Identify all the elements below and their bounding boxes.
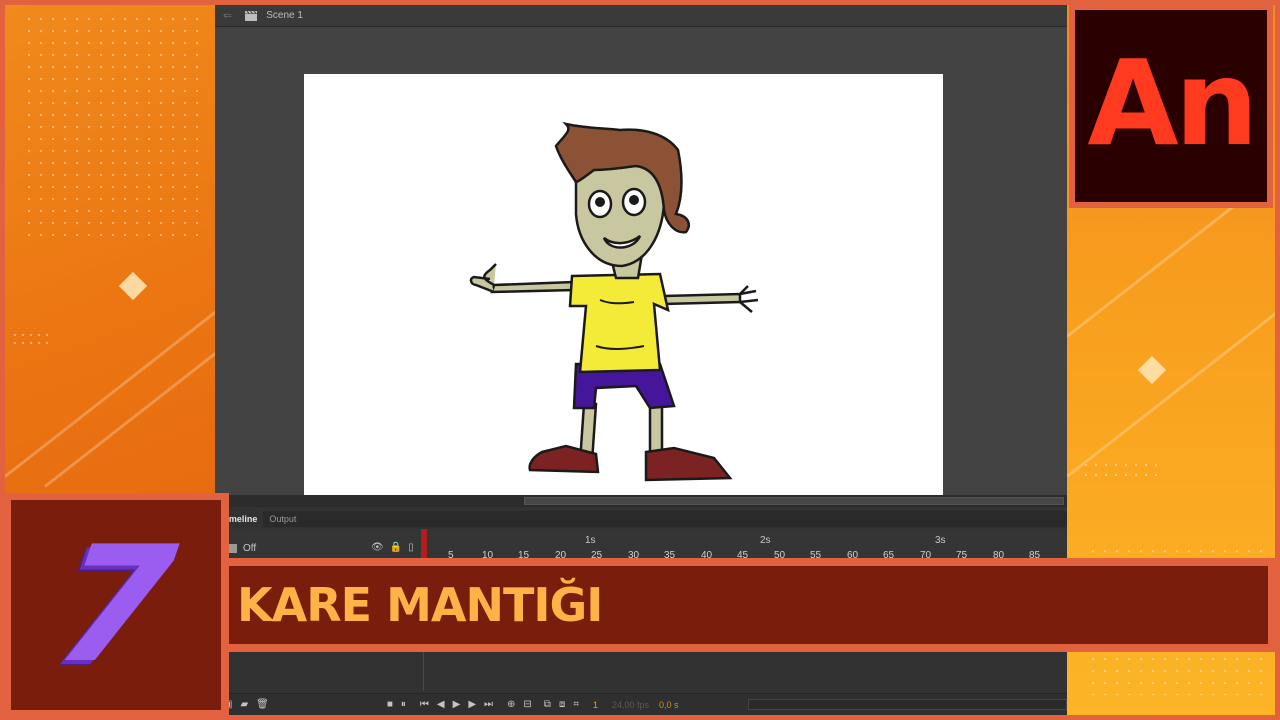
animate-logo-text: An [1087,34,1258,172]
trash-icon[interactable]: 🗑 [256,699,269,710]
step-back-icon[interactable]: ◀ [437,699,445,710]
dot-pattern-small [11,331,51,345]
episode-number: 7 [47,511,185,698]
lock-icon[interactable]: 🔒 [390,542,402,553]
arrow-left-icon[interactable]: ⇐ [223,9,232,22]
step-forward-icon[interactable]: ▶ [468,699,476,710]
animate-logo: An [1075,10,1267,202]
video-title: KARE MANTIĞI [237,578,603,632]
elapsed-time: 0,0 s [659,699,679,710]
scene-bar: ⇐ Scene 1 [215,5,1067,27]
stripe-decor [5,290,215,478]
clapper-icon [245,10,258,21]
second-marker: 2s [760,535,771,546]
go-to-last-icon[interactable]: ⏭ [484,699,493,710]
dot-pattern-small [1081,460,1161,476]
title-banner: KARE MANTIĞI [229,566,1268,644]
center-frame-icon[interactable]: ⊟ [523,699,531,710]
second-marker: 1s [585,535,596,546]
stage-horizontal-scrollbar[interactable] [215,495,1067,507]
onion-skin-icon[interactable]: ⧉ [544,699,551,710]
timeline-tabs: Timeline Output [215,511,1067,527]
scrollbar-thumb[interactable] [524,497,1064,505]
current-frame[interactable]: 1 [593,700,598,710]
stripe-decor [44,300,215,488]
frame-rate[interactable]: 24,00 fps [612,700,649,710]
dot-pattern [23,13,198,243]
cartoon-boy-drawing [469,121,759,482]
diamond-decor [1137,355,1167,385]
stage-canvas[interactable] [304,74,943,496]
parent-icon[interactable]: ⏸ [401,699,406,710]
onion-skin-state: Off [243,543,257,554]
edit-multiple-icon[interactable]: ⧈ [559,699,565,710]
pasteboard [215,27,1067,505]
scene-name[interactable]: Scene 1 [266,10,303,21]
timeline-scrollbar[interactable] [748,699,1067,710]
folder-icon[interactable]: ▰ [240,699,248,710]
stripe-decor [1067,290,1275,478]
left-decor-panel [5,5,215,495]
second-marker: 3s [935,535,946,546]
markers-icon[interactable]: ⌗ [573,699,579,710]
loop-icon[interactable]: ⊕ [507,699,515,710]
outline-icon[interactable]: ▯ [408,542,414,553]
camera-icon[interactable]: ■ [387,699,393,710]
tab-output[interactable]: Output [263,511,302,527]
eye-icon[interactable]: 👁 [371,542,384,553]
diamond-decor [118,271,148,301]
onion-skin-control[interactable]: Off [227,543,256,554]
play-icon[interactable]: ▶ [453,699,461,710]
layer-toggle-icons: 👁 🔒 ▯ [371,542,414,553]
episode-badge: 7 [11,500,221,710]
timeline-controls: ▣ ▰ 🗑 ■ ⏸ ⏮ ◀ ▶ ▶ ⏭ ⊕ ⊟ ⧉ ⧈ ⌗ 1 24,00 fp… [215,693,1067,715]
go-to-first-icon[interactable]: ⏮ [420,699,429,710]
